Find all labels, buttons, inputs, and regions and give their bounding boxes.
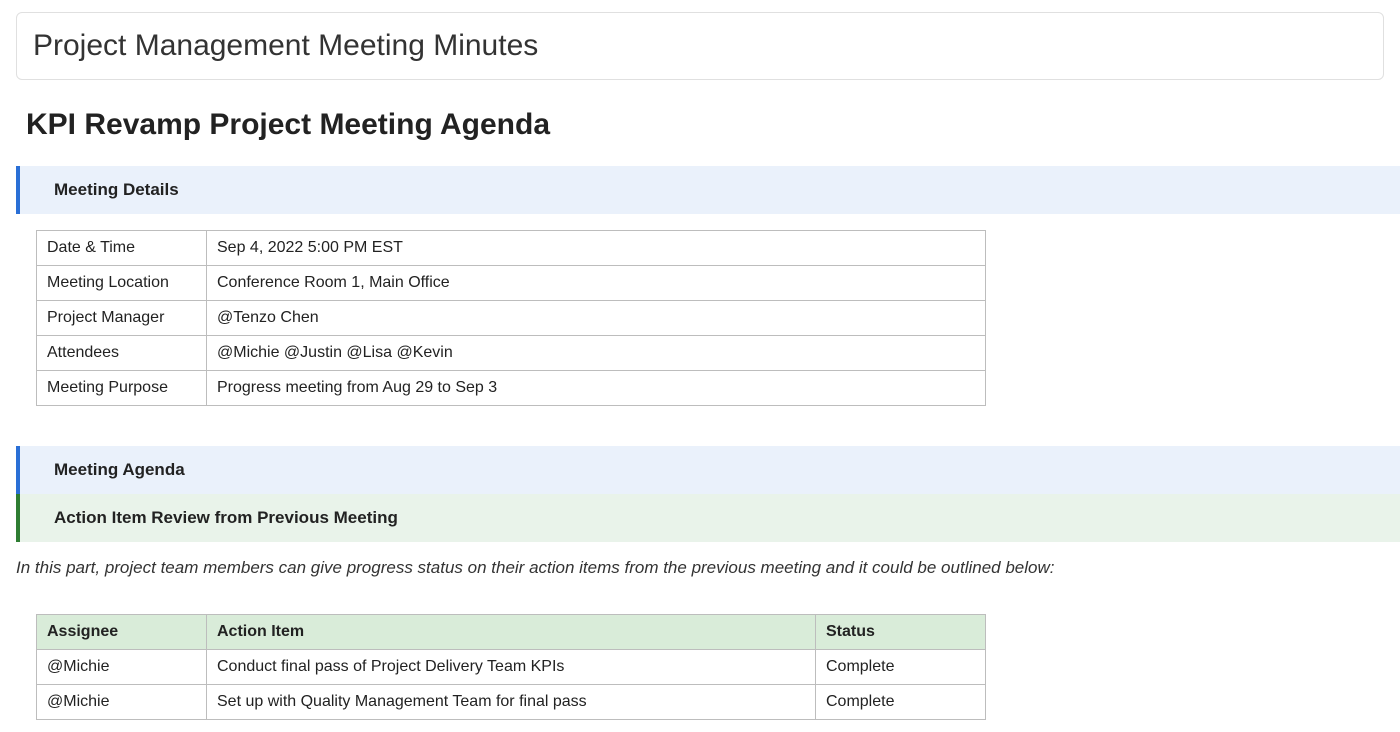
- details-value: @Michie @Justin @Lisa @Kevin: [207, 336, 986, 371]
- details-value: @Tenzo Chen: [207, 301, 986, 336]
- details-label: Meeting Purpose: [37, 371, 207, 406]
- section-header-action-item-review: Action Item Review from Previous Meeting: [16, 494, 1400, 542]
- action-status: Complete: [816, 685, 986, 720]
- action-item: Conduct final pass of Project Delivery T…: [207, 650, 816, 685]
- col-header-assignee: Assignee: [37, 615, 207, 650]
- section-header-meeting-details: Meeting Details: [16, 166, 1400, 214]
- details-label: Meeting Location: [37, 266, 207, 301]
- page-title: Project Management Meeting Minutes: [33, 29, 1367, 63]
- table-row: Meeting Purpose Progress meeting from Au…: [37, 371, 986, 406]
- review-note: In this part, project team members can g…: [16, 558, 1384, 578]
- main-content: KPI Revamp Project Meeting Agenda Meetin…: [16, 108, 1384, 542]
- action-status: Complete: [816, 650, 986, 685]
- title-container: Project Management Meeting Minutes: [16, 12, 1384, 80]
- table-row: Project Manager @Tenzo Chen: [37, 301, 986, 336]
- action-items-container: Assignee Action Item Status @Michie Cond…: [16, 614, 1384, 720]
- details-value: Conference Room 1, Main Office: [207, 266, 986, 301]
- table-row: Meeting Location Conference Room 1, Main…: [37, 266, 986, 301]
- agenda-title: KPI Revamp Project Meeting Agenda: [26, 108, 1384, 142]
- details-label: Date & Time: [37, 231, 207, 266]
- action-items-table: Assignee Action Item Status @Michie Cond…: [36, 614, 986, 720]
- action-item: Set up with Quality Management Team for …: [207, 685, 816, 720]
- col-header-status: Status: [816, 615, 986, 650]
- section-header-meeting-agenda: Meeting Agenda: [16, 446, 1400, 494]
- action-assignee: @Michie: [37, 685, 207, 720]
- action-assignee: @Michie: [37, 650, 207, 685]
- table-header-row: Assignee Action Item Status: [37, 615, 986, 650]
- table-row: @Michie Conduct final pass of Project De…: [37, 650, 986, 685]
- details-value: Progress meeting from Aug 29 to Sep 3: [207, 371, 986, 406]
- table-row: @Michie Set up with Quality Management T…: [37, 685, 986, 720]
- details-label: Attendees: [37, 336, 207, 371]
- details-value: Sep 4, 2022 5:00 PM EST: [207, 231, 986, 266]
- table-row: Attendees @Michie @Justin @Lisa @Kevin: [37, 336, 986, 371]
- details-label: Project Manager: [37, 301, 207, 336]
- col-header-action-item: Action Item: [207, 615, 816, 650]
- table-row: Date & Time Sep 4, 2022 5:00 PM EST: [37, 231, 986, 266]
- meeting-details-table: Date & Time Sep 4, 2022 5:00 PM EST Meet…: [36, 230, 986, 406]
